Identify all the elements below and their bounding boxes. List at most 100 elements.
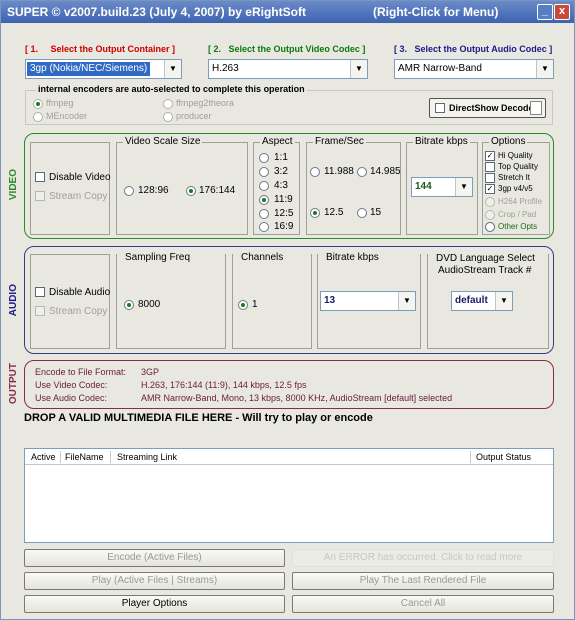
- dvd-track-select[interactable]: default ▼: [451, 291, 513, 311]
- close-button[interactable]: x: [554, 4, 570, 20]
- chevron-down-icon[interactable]: ▼: [455, 178, 472, 196]
- aspect-16-9-radio[interactable]: [259, 222, 269, 232]
- video-bitrate-select[interactable]: 144 ▼: [411, 177, 473, 197]
- output-video-codec-label: Use Video Codec:: [35, 380, 108, 390]
- aspect-3-2-radio[interactable]: [259, 167, 269, 177]
- output-container-select[interactable]: 3gp (Nokia/NEC/Siemens) ▼: [25, 59, 182, 79]
- audio-codec-select[interactable]: AMR Narrow-Band ▼: [394, 59, 554, 79]
- encode-button[interactable]: Encode (Active Files): [24, 549, 285, 567]
- col-output-status[interactable]: Output Status: [476, 452, 531, 462]
- aspect-1-1-radio[interactable]: [259, 153, 269, 163]
- col-active[interactable]: Active: [31, 452, 56, 462]
- audio-disable-box: [30, 254, 110, 349]
- audio-stream-copy-checkbox[interactable]: [35, 306, 45, 316]
- video-stream-copy-checkbox[interactable]: [35, 191, 45, 201]
- top-quality-label: Top Quality: [498, 162, 539, 171]
- play-button[interactable]: Play (Active Files | Streams): [24, 572, 285, 590]
- directshow-decode-button[interactable]: DirectShow Decode: [429, 98, 546, 118]
- col-separator: [110, 451, 111, 463]
- scale-176-label: 176:144: [199, 185, 236, 196]
- freq-8000-radio[interactable]: [124, 300, 134, 310]
- stretch-it-checkbox[interactable]: [485, 173, 495, 183]
- col-filename[interactable]: FileName: [65, 452, 104, 462]
- file-list[interactable]: Active FileName Streaming Link Output St…: [24, 448, 554, 543]
- super-window: SUPER © v2007.build.23 (July 4, 2007) by…: [0, 0, 575, 620]
- col-separator: [60, 451, 61, 463]
- top-quality-checkbox[interactable]: [485, 162, 495, 172]
- crop-pad-button[interactable]: [485, 210, 495, 220]
- video-codec-header: [ 2. Select the Output Video Codec ]: [208, 44, 366, 54]
- other-opts-button[interactable]: [485, 222, 495, 232]
- cancel-all-button[interactable]: Cancel All: [292, 595, 554, 613]
- drop-zone-instruction: DROP A VALID MULTIMEDIA FILE HERE - Will…: [24, 412, 373, 424]
- ffmpeg-radio[interactable]: [33, 99, 43, 109]
- player-options-button[interactable]: Player Options: [24, 595, 285, 613]
- fps-125-label: 12.5: [324, 207, 344, 218]
- video-bitrate-value: 144: [415, 181, 432, 192]
- hi-quality-checkbox[interactable]: ✓: [485, 151, 495, 161]
- audio-codec-header: [ 3. Select the Output Audio Codec ]: [394, 44, 553, 54]
- h264-profile-button[interactable]: [485, 197, 495, 207]
- audio-codec-value: AMR Narrow-Band: [398, 63, 482, 74]
- document-icon: [530, 101, 542, 115]
- video-scale-title: Video Scale Size: [123, 136, 203, 147]
- chevron-down-icon[interactable]: ▼: [398, 292, 415, 310]
- title-bar[interactable]: SUPER © v2007.build.23 (July 4, 2007) by…: [1, 1, 574, 23]
- aspect-12-5-radio[interactable]: [259, 209, 269, 219]
- audio-section-label: AUDIO: [8, 284, 19, 317]
- disable-audio-checkbox[interactable]: [35, 287, 45, 297]
- producer-radio[interactable]: [163, 112, 173, 122]
- chevron-down-icon[interactable]: ▼: [495, 292, 512, 310]
- col-streaming-link[interactable]: Streaming Link: [117, 452, 177, 462]
- encoders-caption: internal encoders are auto-selected to c…: [36, 84, 307, 94]
- minimize-button[interactable]: _: [537, 4, 553, 20]
- video-codec-select[interactable]: H.263 ▼: [208, 59, 368, 79]
- ffmpeg2theora-radio[interactable]: [163, 99, 173, 109]
- mencoder-radio[interactable]: [33, 112, 43, 122]
- audio-stream-copy-label: Stream Copy: [49, 306, 108, 317]
- disable-video-checkbox[interactable]: [35, 172, 45, 182]
- aspect-11-9-radio[interactable]: [259, 195, 269, 205]
- 3gp-v4v5-checkbox[interactable]: ✓: [485, 184, 495, 194]
- mencoder-label: MEncoder: [46, 111, 88, 121]
- audio-bitrate-select[interactable]: 13 ▼: [320, 291, 416, 311]
- directshow-checkbox[interactable]: [435, 103, 445, 113]
- aspect-4-3-label: 4:3: [274, 180, 288, 191]
- 3gp-v4v5-label: 3gp v4/v5: [498, 184, 533, 193]
- producer-label: producer: [176, 111, 212, 121]
- fps-title: Frame/Sec: [313, 136, 366, 147]
- video-codec-value: H.263: [212, 63, 239, 74]
- video-options-title: Options: [489, 136, 528, 147]
- file-list-header: Active FileName Streaming Link Output St…: [25, 449, 553, 465]
- audio-bitrate-title: Bitrate kbps: [324, 252, 381, 263]
- dvd-track-subtitle: AudioStream Track #: [438, 265, 532, 276]
- fps-11988-radio[interactable]: [310, 167, 320, 177]
- chevron-down-icon[interactable]: ▼: [164, 60, 181, 78]
- scale-128-label: 128:96: [138, 185, 169, 196]
- fps-11988-label: 11.988: [324, 166, 354, 177]
- aspect-4-3-radio[interactable]: [259, 181, 269, 191]
- output-format-label: Encode to File Format:: [35, 367, 127, 377]
- video-disable-box: [30, 142, 110, 235]
- video-section-label: VIDEO: [8, 169, 19, 201]
- play-last-button[interactable]: Play The Last Rendered File: [292, 572, 554, 590]
- fps-14985-radio[interactable]: [357, 167, 367, 177]
- disable-audio-label: Disable Audio: [49, 287, 111, 298]
- window-title: SUPER © v2007.build.23 (July 4, 2007) by…: [7, 5, 306, 19]
- chevron-down-icon[interactable]: ▼: [536, 60, 553, 78]
- aspect-title: Aspect: [260, 136, 295, 147]
- scale-128-radio[interactable]: [124, 186, 134, 196]
- fps-15-label: 15: [370, 207, 382, 218]
- fps-15-radio[interactable]: [357, 208, 367, 218]
- sampling-freq-title: Sampling Freq: [123, 252, 193, 263]
- error-button[interactable]: An ERROR has occurred. Click to read mor…: [292, 549, 554, 567]
- hi-quality-label: Hi Quality: [498, 151, 533, 160]
- output-audio-codec-label: Use Audio Codec:: [35, 393, 108, 403]
- disable-video-label: Disable Video: [49, 172, 111, 183]
- scale-176-radio[interactable]: [186, 186, 196, 196]
- chevron-down-icon[interactable]: ▼: [350, 60, 367, 78]
- dvd-track-value: default: [455, 295, 488, 306]
- fps-125-radio[interactable]: [310, 208, 320, 218]
- container-header: [ 1. Select the Output Container ]: [25, 44, 176, 54]
- channels-1-radio[interactable]: [238, 300, 248, 310]
